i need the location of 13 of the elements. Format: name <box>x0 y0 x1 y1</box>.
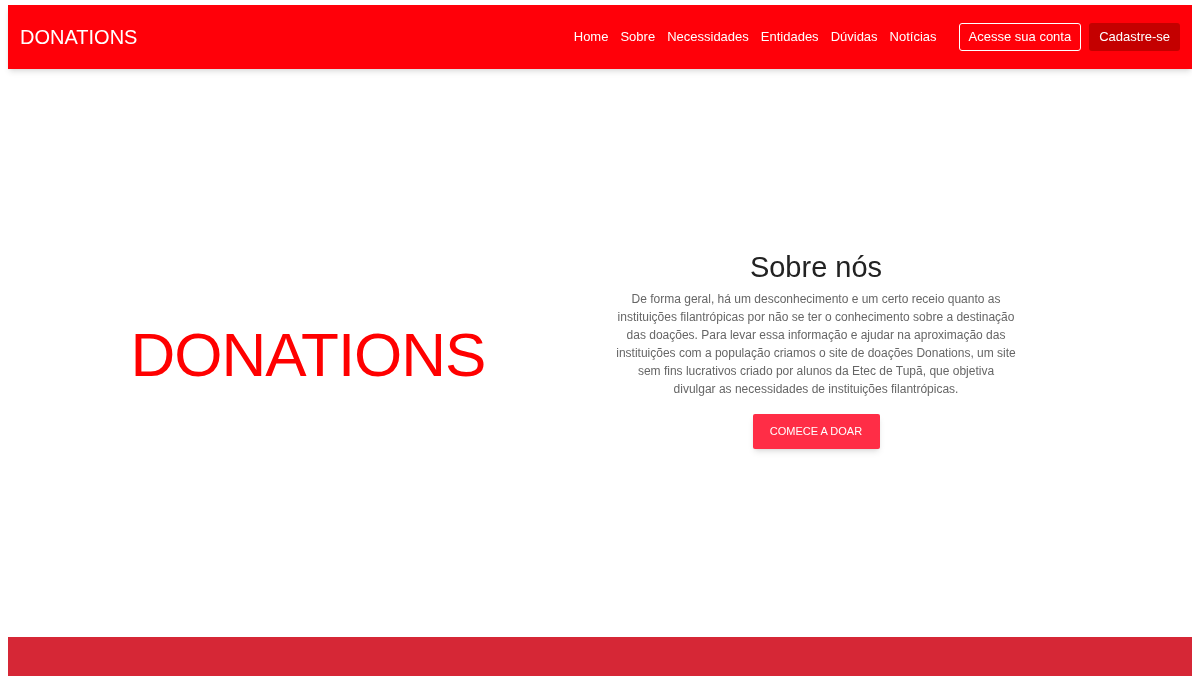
nav-link[interactable]: Dúvidas <box>830 27 878 47</box>
nav-link[interactable]: Entidades <box>760 27 819 47</box>
signup-button[interactable]: Cadastre-se <box>1089 23 1180 51</box>
nav-link[interactable]: Notícias <box>889 27 937 47</box>
login-button[interactable]: Acesse sua conta <box>958 23 1082 51</box>
donations-logo: DONATIONS <box>130 324 486 386</box>
section-title: Sobre nós <box>749 250 883 286</box>
about-paragraph: De forma geral, há um desconhecimento e um certo receio quanto as instituições filantrópicas por não se ter o conhecimento sobre a destinação das doações. Para levar essa informação e ajudar na aproximação das instituições com a população criamos o site de doações Donations, um site sem fins lucrativos criado por alunos da Etec de Tupã, que objetiva divulgar as necessidades de instituições filantrópicas. <box>616 290 1016 398</box>
logo[interactable]: DONATIONS <box>20 27 138 47</box>
nav-link[interactable]: Home <box>573 27 609 47</box>
nav-link[interactable]: Necessidades <box>667 27 749 47</box>
nav-link[interactable]: Sobre <box>620 27 656 47</box>
start-donating-button[interactable]: COMECE A DOAR <box>752 413 880 449</box>
